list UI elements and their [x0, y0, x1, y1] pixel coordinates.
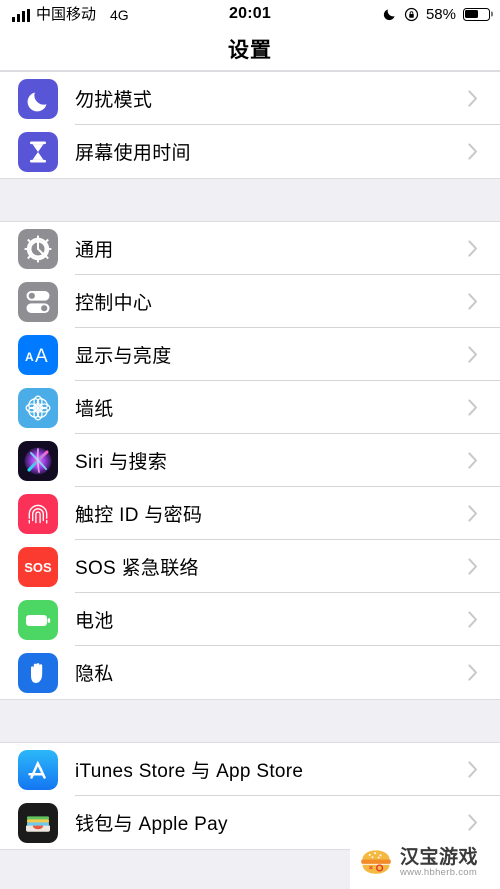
privacy-hand-icon — [18, 652, 58, 693]
app-store-icon — [18, 749, 58, 790]
settings-row-control-center[interactable]: 控制中心 — [0, 275, 500, 328]
svg-text:A: A — [25, 350, 34, 364]
svg-text:A: A — [35, 346, 48, 367]
battery-percent-label: 58% — [425, 5, 456, 23]
chevron-right-icon — [468, 143, 478, 160]
settings-row-general-gear[interactable]: 通用 — [0, 222, 500, 275]
status-bar: 中国移动 4G 20:01 58% — [0, 0, 500, 28]
rotation-lock-icon — [404, 7, 419, 22]
settings-row-label: 墙纸 — [75, 399, 114, 420]
do-not-disturb-icon — [18, 78, 58, 119]
settings-row-wallpaper[interactable]: 墙纸 — [0, 381, 500, 434]
watermark-brand: 汉宝游戏 — [400, 847, 479, 869]
group-system: 通用 控制中心 A A 显示与亮度 墙纸 Siri 与搜索 触控 ID 与密码 … — [0, 221, 500, 700]
settings-row-label: 触控 ID 与密码 — [75, 505, 203, 526]
moon-icon — [383, 7, 397, 21]
settings-row-label: 隐私 — [75, 664, 114, 685]
settings-row-label: 控制中心 — [75, 293, 153, 314]
settings-row-label: Siri 与搜索 — [75, 452, 168, 473]
settings-row-label: 钱包与 Apple Pay — [75, 814, 228, 835]
siri-icon — [18, 440, 58, 481]
settings-row-privacy-hand[interactable]: 隐私 — [0, 646, 500, 699]
settings-row-battery-settings[interactable]: 电池 — [0, 593, 500, 646]
svg-text:SOS: SOS — [24, 560, 52, 575]
settings-row-display-brightness[interactable]: A A 显示与亮度 — [0, 328, 500, 381]
status-bar-right: 58% — [383, 6, 490, 23]
settings-row-label: iTunes Store 与 App Store — [75, 761, 304, 782]
watermark-url: www.hbherb.com — [400, 866, 478, 878]
settings-row-label: 电池 — [75, 611, 114, 632]
battery-settings-icon — [18, 599, 58, 640]
group-gap — [0, 179, 500, 221]
emergency-sos-icon: SOS — [18, 546, 58, 587]
chevron-right-icon — [468, 814, 478, 831]
settings-list[interactable]: 勿扰模式 屏幕使用时间 通用 控制中心 A A 显示与亮度 墙纸 Siri 与搜… — [0, 71, 500, 889]
settings-row-label: 通用 — [75, 240, 114, 261]
svg-text:×: × — [369, 863, 373, 872]
chevron-right-icon — [468, 240, 478, 257]
chevron-right-icon — [468, 558, 478, 575]
chevron-right-icon — [468, 346, 478, 363]
display-brightness-icon: A A — [18, 334, 58, 375]
chevron-right-icon — [468, 399, 478, 416]
screen-time-icon — [18, 131, 58, 172]
chevron-right-icon — [468, 505, 478, 522]
settings-row-label: 显示与亮度 — [75, 346, 172, 367]
settings-row-label: 屏幕使用时间 — [75, 143, 191, 164]
control-center-icon — [18, 281, 58, 322]
wallpaper-icon — [18, 387, 58, 428]
settings-row-do-not-disturb[interactable]: 勿扰模式 — [0, 72, 500, 125]
chevron-right-icon — [468, 90, 478, 107]
settings-row-label: SOS 紧急联络 — [75, 558, 199, 579]
touch-id-icon — [18, 493, 58, 534]
group-stores: iTunes Store 与 App Store 钱包与 Apple Pay — [0, 742, 500, 850]
burger-icon: × — [358, 848, 394, 878]
group-gap — [0, 700, 500, 742]
chevron-right-icon — [468, 611, 478, 628]
general-gear-icon — [18, 228, 58, 269]
settings-row-siri[interactable]: Siri 与搜索 — [0, 434, 500, 487]
chevron-right-icon — [468, 664, 478, 681]
settings-row-touch-id[interactable]: 触控 ID 与密码 — [0, 487, 500, 540]
chevron-right-icon — [468, 293, 478, 310]
wallet-icon — [18, 802, 58, 843]
watermark: × 汉宝游戏 www.hbherb.com — [350, 837, 500, 889]
settings-row-label: 勿扰模式 — [75, 90, 153, 111]
group-dnd-screentime: 勿扰模式 屏幕使用时间 — [0, 71, 500, 179]
chevron-right-icon — [468, 761, 478, 778]
settings-row-emergency-sos[interactable]: SOS SOS 紧急联络 — [0, 540, 500, 593]
navigation-bar: 设置 — [0, 28, 500, 71]
battery-icon — [463, 7, 490, 21]
watermark-text: 汉宝游戏 www.hbherb.com — [400, 848, 478, 878]
chevron-right-icon — [468, 452, 478, 469]
page-title: 设置 — [228, 39, 272, 62]
settings-row-screen-time[interactable]: 屏幕使用时间 — [0, 125, 500, 178]
settings-row-app-store[interactable]: iTunes Store 与 App Store — [0, 743, 500, 796]
